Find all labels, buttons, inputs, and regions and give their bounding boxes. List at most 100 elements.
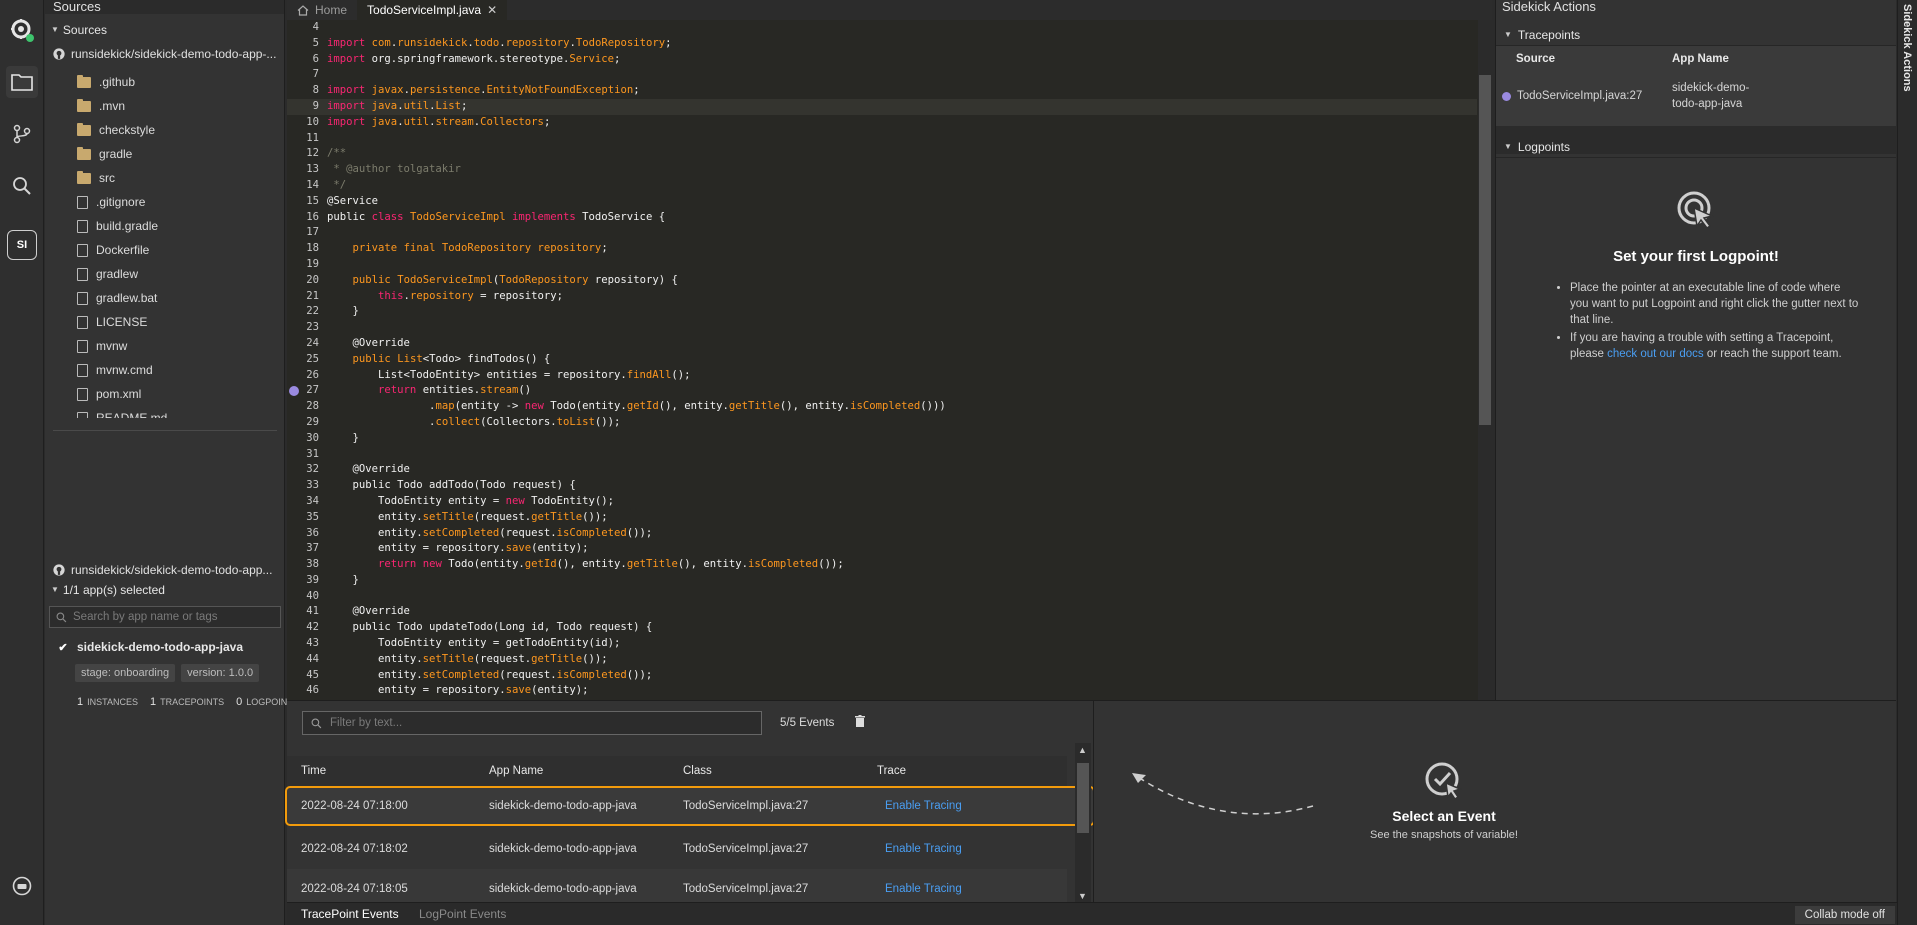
collab-mode-toggle[interactable]: Collab mode off: [1794, 906, 1895, 924]
code-line[interactable]: 20 public TodoServiceImpl(TodoRepository…: [287, 273, 1477, 289]
close-icon[interactable]: ✕: [487, 3, 497, 17]
enable-tracing-link[interactable]: Enable Tracing: [869, 843, 1063, 855]
code-line[interactable]: 42 public Todo updateTodo(Long id, Todo …: [287, 620, 1477, 636]
tree-item[interactable]: Dockerfile: [45, 238, 285, 262]
tree-item[interactable]: mvnw.cmd: [45, 358, 285, 382]
line-number[interactable]: 19: [287, 257, 325, 273]
code-line[interactable]: 30 }: [287, 431, 1477, 447]
code-line[interactable]: 13 * @author tolgatakir: [287, 162, 1477, 178]
line-number[interactable]: 34: [287, 494, 325, 510]
apps-selected-header[interactable]: ▼ 1/1 app(s) selected: [45, 580, 285, 600]
tree-item[interactable]: .mvn: [45, 94, 285, 118]
tree-item[interactable]: mvnw: [45, 334, 285, 358]
code-line[interactable]: 44 entity.setTitle(request.getTitle());: [287, 652, 1477, 668]
code-line[interactable]: 26 List<TodoEntity> entities = repositor…: [287, 368, 1477, 384]
code-line[interactable]: 4: [287, 20, 1477, 36]
tree-item[interactable]: pom.xml: [45, 382, 285, 406]
line-number[interactable]: 17: [287, 225, 325, 241]
tree-item[interactable]: .gitignore: [45, 190, 285, 214]
code-line[interactable]: 31: [287, 447, 1477, 463]
logpoints-section-header[interactable]: ▼ Logpoints: [1496, 136, 1896, 158]
events-filter-input[interactable]: Filter by text...: [302, 711, 762, 735]
line-number[interactable]: 25: [287, 352, 325, 368]
line-number[interactable]: 8: [287, 83, 325, 99]
event-row[interactable]: 2022-08-24 07:18:02 sidekick-demo-todo-ap…: [287, 829, 1067, 869]
code-area[interactable]: 4 5 import com.runsidekick.todo.repository…: [287, 20, 1477, 700]
files-icon[interactable]: [6, 66, 38, 98]
code-line[interactable]: 6 import org.springframework.stereotype.S…: [287, 52, 1477, 68]
line-number[interactable]: 18: [287, 241, 325, 257]
repo-header[interactable]: runsidekick/sidekick-demo-todo-app-...: [45, 44, 284, 64]
code-line[interactable]: 25 public List<Todo> findTodos() {: [287, 352, 1477, 368]
editor-scrollbar[interactable]: [1478, 20, 1492, 700]
code-line[interactable]: 10 import java.util.stream.Collectors;: [287, 115, 1477, 131]
enable-tracing-link[interactable]: Enable Tracing: [869, 883, 1063, 895]
line-number[interactable]: 16: [287, 210, 325, 226]
line-number[interactable]: 6: [287, 52, 325, 68]
apps-repo-header[interactable]: runsidekick/sidekick-demo-todo-app...: [45, 560, 285, 580]
code-line[interactable]: 29 .collect(Collectors.toList());: [287, 415, 1477, 431]
line-number[interactable]: 22: [287, 304, 325, 320]
tree-item[interactable]: checkstyle: [45, 118, 285, 142]
tree-item[interactable]: README.md: [45, 406, 285, 418]
code-line[interactable]: 5 import com.runsidekick.todo.repository.…: [287, 36, 1477, 52]
line-number[interactable]: 45: [287, 668, 325, 684]
code-line[interactable]: 28 .map(entity -> new Todo(entity.getId(…: [287, 399, 1477, 415]
code-line[interactable]: 7: [287, 67, 1477, 83]
tab-tracepoint-events[interactable]: TracePoint Events: [301, 903, 399, 925]
line-number[interactable]: 30: [287, 431, 325, 447]
tree-item[interactable]: src: [45, 166, 285, 190]
scroll-down-icon[interactable]: ▼: [1078, 891, 1087, 901]
line-number[interactable]: 15: [287, 194, 325, 210]
tracepoint-row[interactable]: TodoServiceImpl.java:27 sidekick-demo- t…: [1496, 72, 1896, 120]
tree-item[interactable]: .github: [45, 70, 285, 94]
tab-file[interactable]: TodoServiceImpl.java ✕: [357, 0, 508, 20]
line-number[interactable]: 14: [287, 178, 325, 194]
line-number[interactable]: 36: [287, 526, 325, 542]
tree-item[interactable]: gradle: [45, 142, 285, 166]
code-line[interactable]: 40: [287, 589, 1477, 605]
tree-item[interactable]: LICENSE: [45, 310, 285, 334]
app-item[interactable]: ✔ sidekick-demo-todo-app-java: [45, 640, 285, 654]
line-number[interactable]: 38: [287, 557, 325, 573]
line-number[interactable]: 42: [287, 620, 325, 636]
line-number[interactable]: 37: [287, 541, 325, 557]
line-number[interactable]: 5: [287, 36, 325, 52]
checkmark-icon[interactable]: ✔: [57, 641, 69, 654]
events-scroll-thumb[interactable]: [1077, 763, 1089, 833]
tracepoints-section-header[interactable]: ▼ Tracepoints: [1496, 24, 1896, 46]
code-line[interactable]: 9 import java.util.List;: [287, 98, 1477, 115]
tab-home[interactable]: Home: [287, 0, 357, 20]
line-number[interactable]: 39: [287, 573, 325, 589]
line-number[interactable]: 10: [287, 115, 325, 131]
line-number[interactable]: 43: [287, 636, 325, 652]
line-number[interactable]: 23: [287, 320, 325, 336]
line-number[interactable]: 12: [287, 146, 325, 162]
line-number[interactable]: 24: [287, 336, 325, 352]
line-number[interactable]: 20: [287, 273, 325, 289]
code-line[interactable]: 39 }: [287, 573, 1477, 589]
line-number[interactable]: 4: [287, 20, 325, 36]
code-line[interactable]: 19: [287, 257, 1477, 273]
line-number[interactable]: 7: [287, 67, 325, 83]
sidekick-actions-vertical-tab[interactable]: Sidekick Actions: [1897, 0, 1917, 925]
code-line[interactable]: 23: [287, 320, 1477, 336]
code-line[interactable]: 14 */: [287, 178, 1477, 194]
tree-item[interactable]: gradlew: [45, 262, 285, 286]
app-search-input[interactable]: Search by app name or tags: [49, 606, 281, 628]
tab-logpoint-events[interactable]: LogPoint Events: [419, 903, 506, 925]
code-line[interactable]: 38 return new Todo(entity.getId(), entit…: [287, 557, 1477, 573]
scroll-up-icon[interactable]: ▲: [1078, 745, 1087, 755]
event-row[interactable]: 2022-08-24 07:18:00 sidekick-demo-todo-ap…: [285, 786, 1095, 826]
code-line[interactable]: 41 @Override: [287, 604, 1477, 620]
line-number[interactable]: 35: [287, 510, 325, 526]
code-line[interactable]: 12/**: [287, 146, 1477, 162]
code-line[interactable]: 27 return entities.stream(): [287, 383, 1477, 399]
line-number[interactable]: 29: [287, 415, 325, 431]
code-line[interactable]: 36 entity.setCompleted(request.isComplet…: [287, 526, 1477, 542]
code-line[interactable]: 35 entity.setTitle(request.getTitle());: [287, 510, 1477, 526]
line-number[interactable]: 33: [287, 478, 325, 494]
enable-tracing-link[interactable]: Enable Tracing: [869, 800, 1063, 812]
line-number[interactable]: 31: [287, 447, 325, 463]
docs-link[interactable]: check out our docs: [1607, 348, 1704, 360]
